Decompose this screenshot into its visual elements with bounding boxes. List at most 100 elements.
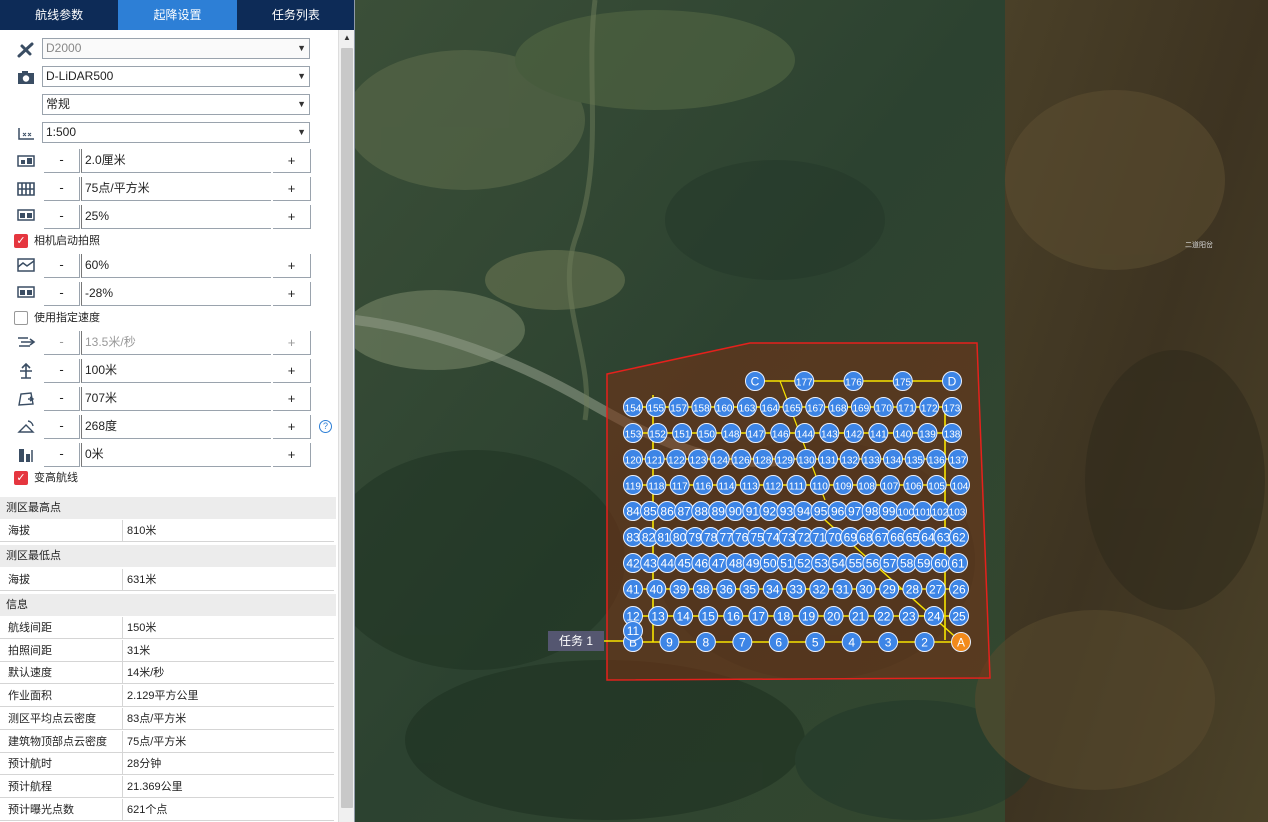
waypoint-marker[interactable]: 52 <box>794 553 815 573</box>
waypoint-marker[interactable]: 98 <box>861 501 882 521</box>
custom-speed-checkbox[interactable]: 使用指定速度 <box>14 310 334 328</box>
waypoint-marker[interactable]: 13 <box>648 606 669 626</box>
gsd-minus-button[interactable]: - <box>44 149 80 173</box>
waypoint-marker[interactable]: 96 <box>827 501 848 521</box>
heading-value[interactable]: 268度 <box>81 415 271 439</box>
waypoint-marker[interactable]: 6 <box>768 632 789 652</box>
waypoint-marker[interactable]: 28 <box>902 579 923 599</box>
waypoint-marker[interactable]: 22 <box>873 606 894 626</box>
waypoint-marker[interactable]: 173 <box>942 397 962 417</box>
waypoint-marker[interactable]: 8 <box>695 632 716 652</box>
waypoint-marker[interactable]: 133 <box>861 449 882 469</box>
waypoint-marker[interactable]: 116 <box>693 475 714 495</box>
waypoint-marker[interactable]: 132 <box>839 449 860 469</box>
waypoint-marker[interactable]: 9 <box>659 632 680 652</box>
extend-plus-button[interactable]: + <box>273 387 311 411</box>
waypoint-marker[interactable]: 155 <box>645 397 666 417</box>
waypoint-marker[interactable]: 45 <box>674 553 695 573</box>
waypoint-marker[interactable]: 163 <box>736 397 757 417</box>
waypoint-marker[interactable]: 30 <box>855 579 876 599</box>
map-view[interactable]: 二道阳岔 C 177 176 175 D 154 155 157 158 160 163 164 165… <box>355 0 1268 822</box>
waypoint-marker[interactable]: 103 <box>947 501 967 521</box>
waypoint-marker[interactable]: 139 <box>917 423 938 443</box>
offset-plus-button[interactable]: + <box>273 443 311 467</box>
side-overlap-value[interactable]: 25% <box>81 205 271 229</box>
waypoint-marker[interactable]: 128 <box>753 449 773 469</box>
waypoint-marker[interactable]: 27 <box>925 579 946 599</box>
waypoint-marker[interactable]: 92 <box>759 501 780 521</box>
waypoint-marker[interactable]: 131 <box>818 449 838 469</box>
waypoint-marker[interactable]: 95 <box>810 501 831 521</box>
waypoint-marker[interactable]: 99 <box>878 501 899 521</box>
heading-plus-button[interactable]: + <box>273 415 311 439</box>
waypoint-marker[interactable]: 43 <box>640 553 661 573</box>
speed-value[interactable]: 13.5米/秒 <box>81 331 271 355</box>
waypoint-marker[interactable]: 129 <box>774 449 795 469</box>
waypoint-marker[interactable]: 110 <box>809 475 830 495</box>
waypoint-marker[interactable]: 142 <box>843 423 864 443</box>
extend-minus-button[interactable]: - <box>44 387 80 411</box>
altitude-minus-button[interactable]: - <box>44 359 80 383</box>
waypoint-marker[interactable]: 171 <box>896 397 917 417</box>
waypoint-marker[interactable]: 172 <box>919 397 940 417</box>
waypoint-marker[interactable]: 150 <box>696 423 717 443</box>
waypoint-marker[interactable]: 146 <box>770 423 791 443</box>
side-overlap-minus-button[interactable]: - <box>44 205 80 229</box>
waypoint-marker[interactable]: 147 <box>745 423 766 443</box>
waypoint-marker[interactable]: 153 <box>623 423 643 443</box>
waypoint-marker[interactable]: 14 <box>673 606 694 626</box>
waypoint-marker[interactable]: 105 <box>926 475 947 495</box>
waypoint-marker[interactable]: 21 <box>848 606 869 626</box>
scrollbar-thumb[interactable] <box>341 48 353 808</box>
waypoint-marker[interactable]: 106 <box>903 475 924 495</box>
waypoint-marker[interactable]: 169 <box>850 397 871 417</box>
waypoint-marker[interactable]: 143 <box>819 423 840 443</box>
waypoint-marker[interactable]: 35 <box>739 579 760 599</box>
waypoint-marker[interactable]: 51 <box>776 553 797 573</box>
waypoint-marker[interactable]: 177 <box>794 371 815 391</box>
waypoint-marker[interactable]: 122 <box>666 449 687 469</box>
waypoint-marker[interactable]: 101 <box>912 501 933 521</box>
waypoint-marker[interactable]: 164 <box>759 397 780 417</box>
waypoint-marker[interactable]: 154 <box>623 397 643 417</box>
waypoint-marker[interactable]: 117 <box>669 475 690 495</box>
waypoint-marker[interactable]: 112 <box>763 475 784 495</box>
waypoint-marker[interactable]: 102 <box>929 501 950 521</box>
overlap-plus-button[interactable]: + <box>273 282 311 306</box>
waypoint-marker[interactable]: 138 <box>942 423 962 443</box>
waypoint-marker[interactable]: 31 <box>832 579 853 599</box>
waypoint-marker[interactable]: 61 <box>948 553 968 573</box>
waypoint-marker[interactable]: 160 <box>714 397 735 417</box>
waypoint-marker[interactable]: 34 <box>762 579 783 599</box>
waypoint-marker[interactable]: 134 <box>883 449 903 469</box>
waypoint-marker[interactable]: 54 <box>828 553 849 573</box>
waypoint-marker[interactable]: 170 <box>873 397 894 417</box>
tab-takeoff-landing[interactable]: 起降设置 <box>118 0 237 30</box>
waypoint-marker[interactable]: 121 <box>644 449 665 469</box>
density-plus-button[interactable]: + <box>273 177 311 201</box>
waypoint-marker[interactable]: 111 <box>786 475 807 495</box>
waypoint-marker[interactable]: 97 <box>844 501 865 521</box>
waypoint-marker[interactable]: 29 <box>879 579 900 599</box>
tab-route-params[interactable]: 航线参数 <box>0 0 119 30</box>
waypoint-marker[interactable]: 124 <box>709 449 730 469</box>
waypoint-marker[interactable]: 158 <box>691 397 712 417</box>
waypoint-marker[interactable]: 84 <box>623 501 643 521</box>
tab-task-list[interactable]: 任务列表 <box>236 0 354 30</box>
density-minus-button[interactable]: - <box>44 177 80 201</box>
waypoint-marker[interactable]: 165 <box>782 397 803 417</box>
waypoint-marker[interactable]: 4 <box>841 632 862 652</box>
waypoint-marker[interactable]: 53 <box>811 553 832 573</box>
waypoint-marker[interactable]: 39 <box>669 579 690 599</box>
waypoint-marker[interactable]: 86 <box>657 501 678 521</box>
waypoint-marker[interactable]: 152 <box>647 423 668 443</box>
waypoint-marker[interactable]: 107 <box>879 475 900 495</box>
waypoint-marker[interactable]: 47 <box>708 553 729 573</box>
waypoint-marker[interactable]: 5 <box>805 632 826 652</box>
waypoint-marker[interactable]: 85 <box>640 501 661 521</box>
waypoint-marker[interactable]: 157 <box>668 397 689 417</box>
help-icon[interactable]: ? <box>319 420 332 433</box>
waypoint-marker[interactable]: 23 <box>898 606 919 626</box>
waypoint-marker[interactable]: 126 <box>731 449 752 469</box>
waypoint-marker[interactable]: 60 <box>930 553 951 573</box>
